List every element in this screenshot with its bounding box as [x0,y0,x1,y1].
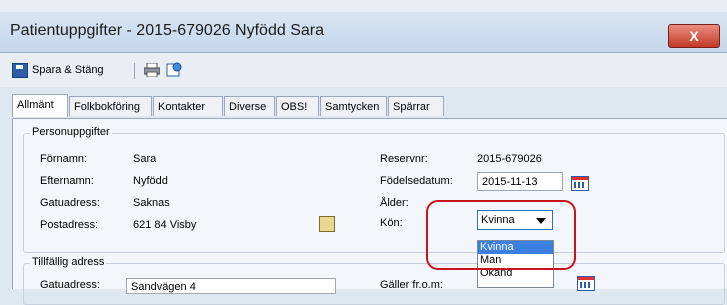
toolbar-separator [134,63,135,79]
kon-label: Kön: [380,217,403,229]
tab-kontakter[interactable]: Kontakter [153,96,223,116]
calendar-icon[interactable] [577,276,595,291]
personuppgifter-title: Personuppgifter [30,126,112,138]
tab-folkbokforing[interactable]: Folkbokföring [69,96,152,116]
highlight-annotation [426,200,576,270]
title-bar: Patientuppgifter - 2015-679026 Nyfödd Sa… [0,12,727,53]
save-icon [12,62,28,78]
tab-allmant[interactable]: Allmänt [12,94,68,117]
fornamn-value: Sara [133,153,157,165]
save-close-label: Spara & Stäng [32,64,104,76]
gatuadress-label: Gatuadress: [40,197,100,209]
tab-sparrar[interactable]: Spärrar [388,96,444,116]
toolbar: Spara & Stäng [0,53,727,87]
postadress-value: 621 84 Visby [133,219,197,231]
fornamn-label: Förnamn: [40,153,88,165]
window-title: Patientuppgifter - 2015-679026 Nyfödd Sa… [10,22,324,39]
print-icon[interactable] [144,63,160,77]
gatuadress-value: Saknas [133,197,170,209]
postadress-label: Postadress: [40,219,99,231]
postal-lookup-icon[interactable] [319,216,335,232]
reservnr-label: Reservnr: [380,153,428,165]
close-button[interactable]: X [668,24,720,48]
efternamn-label: Efternamn: [40,175,94,187]
save-close-button[interactable]: Spara & Stäng [12,61,104,79]
galler-from-label: Gäller fr.o.m: [380,279,443,291]
calendar-icon[interactable] [571,176,589,191]
fodelsedatum-label: Födelsedatum: [380,175,453,187]
info-icon[interactable] [166,62,182,77]
personuppgifter-group: Personuppgifter [23,126,725,253]
tab-panel-allmant: Personuppgifter Tillfällig adress [12,118,727,305]
tillfallig-gatuadress-field[interactable]: Sandvägen 4 [126,278,336,294]
tab-samtycken[interactable]: Samtycken [320,96,387,116]
reservnr-value: 2015-679026 [477,153,542,165]
tillfallig-gatuadress-label: Gatuadress: [40,279,100,291]
fodelsedatum-field[interactable]: 2015-11-13 [477,172,563,191]
alder-label: Ålder: [380,197,409,209]
tab-obs[interactable]: OBS! [276,96,319,116]
tab-diverse[interactable]: Diverse [224,96,275,116]
efternamn-value: Nyfödd [133,175,168,187]
tillfallig-adress-title: Tillfällig adress [30,256,107,268]
